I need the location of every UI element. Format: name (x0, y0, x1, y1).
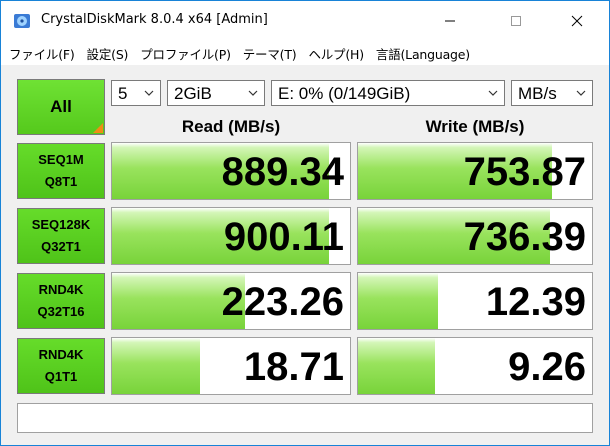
test-name: SEQ1M (38, 152, 84, 167)
write-result-bar (358, 273, 438, 329)
minimize-icon (445, 20, 455, 22)
menu-profile[interactable]: プロファイル(P) (136, 44, 235, 63)
menu-settings[interactable]: 設定(S) (83, 44, 133, 63)
write-result-cell: 9.26 (357, 337, 593, 395)
test-queue-thread: Q8T1 (44, 174, 78, 189)
crystaldiskmark-icon (14, 14, 30, 28)
chevron-down-icon (144, 90, 154, 96)
window-title: CrystalDiskMark 8.0.4 x64 [Admin] (41, 12, 268, 27)
write-result-bar (358, 338, 436, 394)
all-button[interactable]: All (17, 79, 105, 135)
read-column-header: Read (MB/s) (181, 117, 281, 136)
test-count-value: 5 (118, 84, 128, 103)
write-result-cell: 12.39 (357, 272, 593, 330)
close-button[interactable] (554, 1, 600, 41)
test-count-select[interactable]: 5 (111, 80, 161, 106)
write-result-value: 9.26 (508, 345, 586, 389)
test-button[interactable]: RND4K Q1T1 (17, 338, 105, 394)
drive-select[interactable]: E: 0% (0/149GiB) (271, 80, 505, 106)
app-window: CrystalDiskMark 8.0.4 x64 [Admin] ファイル(F… (0, 0, 610, 446)
read-result-cell: 900.11 (111, 207, 351, 265)
read-result-value: 223.26 (221, 280, 344, 324)
main-panel: All 5 2GiB E: 0% (0/149GiB) MB/s Read (M… (1, 65, 609, 445)
write-column-header: Write (MB/s) (425, 117, 525, 136)
test-button[interactable]: RND4K Q32T16 (17, 273, 105, 329)
test-name: RND4K (38, 347, 84, 362)
chevron-down-icon (576, 90, 586, 96)
menu-bar: ファイル(F) 設定(S) プロファイル(P) テーマ(T) ヘルプ(H) 言語… (1, 41, 609, 65)
test-queue-thread: Q1T1 (44, 369, 78, 384)
read-result-value: 900.11 (223, 215, 344, 259)
maximize-icon (511, 16, 521, 26)
test-name: SEQ128K (31, 217, 91, 232)
corner-indicator-icon (93, 123, 103, 133)
write-result-value: 736.39 (463, 215, 586, 259)
minimize-button[interactable] (427, 1, 473, 41)
title-bar[interactable]: CrystalDiskMark 8.0.4 x64 [Admin] (1, 1, 609, 41)
write-result-value: 753.87 (463, 150, 586, 194)
test-queue-thread: Q32T1 (41, 239, 81, 254)
test-queue-thread: Q32T16 (37, 304, 85, 319)
read-result-cell: 889.34 (111, 142, 351, 200)
test-button[interactable]: SEQ1M Q8T1 (17, 143, 105, 199)
menu-help[interactable]: ヘルプ(H) (304, 44, 367, 63)
test-name: RND4K (38, 282, 84, 297)
test-size-value: 2GiB (174, 84, 212, 103)
menu-language[interactable]: 言語(Language) (372, 44, 474, 63)
comment-field[interactable] (17, 403, 593, 433)
read-result-cell: 223.26 (111, 272, 351, 330)
unit-select[interactable]: MB/s (511, 80, 593, 106)
all-button-label: All (50, 97, 72, 116)
write-result-value: 12.39 (485, 280, 586, 324)
chevron-down-icon (248, 90, 258, 96)
read-result-value: 18.71 (243, 345, 344, 389)
close-icon (571, 15, 583, 27)
test-button[interactable]: SEQ128K Q32T1 (17, 208, 105, 264)
read-result-bar (112, 338, 201, 394)
unit-value: MB/s (518, 84, 557, 103)
drive-value: E: 0% (0/149GiB) (278, 84, 411, 103)
chevron-down-icon (488, 90, 498, 96)
menu-theme[interactable]: テーマ(T) (239, 44, 301, 63)
read-result-value: 889.34 (221, 150, 344, 194)
write-result-cell: 736.39 (357, 207, 593, 265)
maximize-button[interactable] (493, 1, 539, 41)
menu-file[interactable]: ファイル(F) (5, 44, 79, 63)
test-size-select[interactable]: 2GiB (167, 80, 265, 106)
write-result-cell: 753.87 (357, 142, 593, 200)
read-result-cell: 18.71 (111, 337, 351, 395)
